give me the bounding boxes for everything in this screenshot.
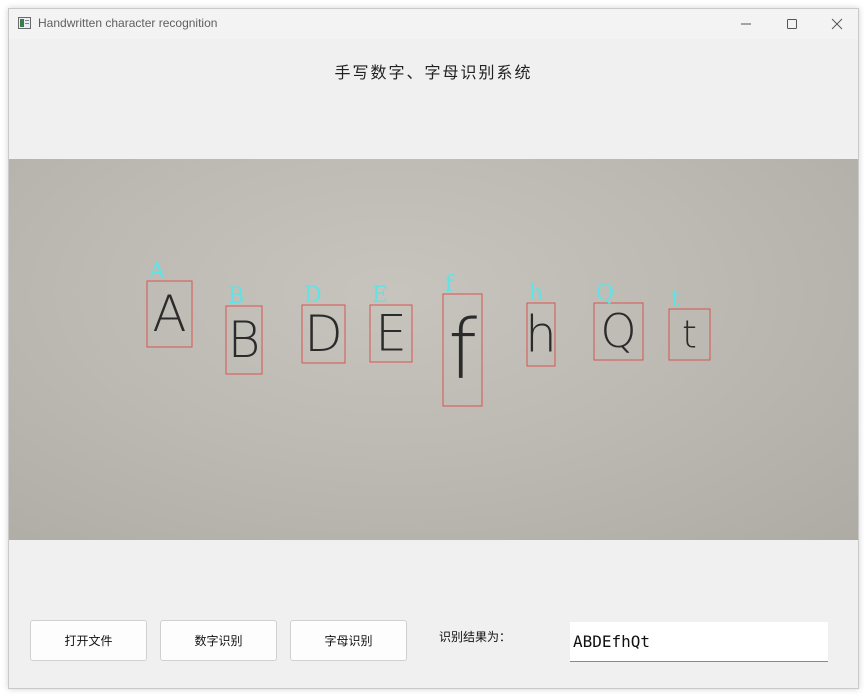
digit-recognition-button[interactable]: 数字识别: [160, 620, 277, 661]
recognition-image: AABBDDEEffhhQQtt: [9, 159, 858, 540]
detection-3: DD: [301, 283, 346, 364]
app-icon: [18, 17, 31, 29]
detection-label: f: [445, 272, 455, 297]
result-label: 识别结果为：: [439, 630, 512, 644]
detection-7: QQ: [593, 281, 644, 361]
close-button[interactable]: [814, 9, 858, 39]
page-title: 手写数字、字母识别系统: [334, 63, 533, 82]
detection-6: hh: [525, 281, 557, 367]
detection-label: A: [148, 259, 166, 284]
detection-label: B: [228, 284, 244, 309]
minimize-button[interactable]: [723, 9, 769, 39]
detection-1: AA: [146, 259, 193, 348]
handwritten-glyph: f: [448, 303, 477, 398]
close-icon: [831, 18, 843, 30]
handwritten-glyph: h: [525, 306, 557, 364]
detection-4: EE: [369, 283, 413, 363]
detection-label: Q: [596, 281, 614, 306]
handwritten-glyph: D: [304, 305, 343, 363]
detection-label: t: [671, 287, 680, 312]
result-field[interactable]: ABDEfhQt: [570, 622, 828, 662]
detection-label: h: [529, 281, 543, 306]
handwritten-glyph: B: [228, 311, 261, 369]
maximize-button[interactable]: [769, 9, 815, 39]
maximize-icon: [787, 19, 797, 29]
handwritten-glyph: A: [152, 285, 186, 343]
minimize-icon: [741, 23, 751, 25]
detection-overlay: AABBDDEEffhhQQtt: [146, 259, 711, 407]
title-bar[interactable]: Handwritten character recognition: [9, 9, 858, 39]
app-window: Handwritten character recognition 手写数字、字…: [8, 8, 859, 689]
handwritten-glyph: t: [682, 312, 697, 356]
detection-5: ff: [442, 272, 483, 407]
detection-label: D: [304, 283, 322, 308]
detection-2: BB: [225, 284, 263, 375]
detection-label: E: [372, 283, 388, 308]
handwritten-glyph: Q: [600, 304, 636, 358]
handwritten-glyph: E: [375, 305, 407, 363]
window-title: Handwritten character recognition: [38, 16, 218, 30]
open-file-button[interactable]: 打开文件: [30, 620, 147, 661]
letter-recognition-button[interactable]: 字母识别: [290, 620, 407, 661]
detection-8: tt: [668, 287, 711, 361]
